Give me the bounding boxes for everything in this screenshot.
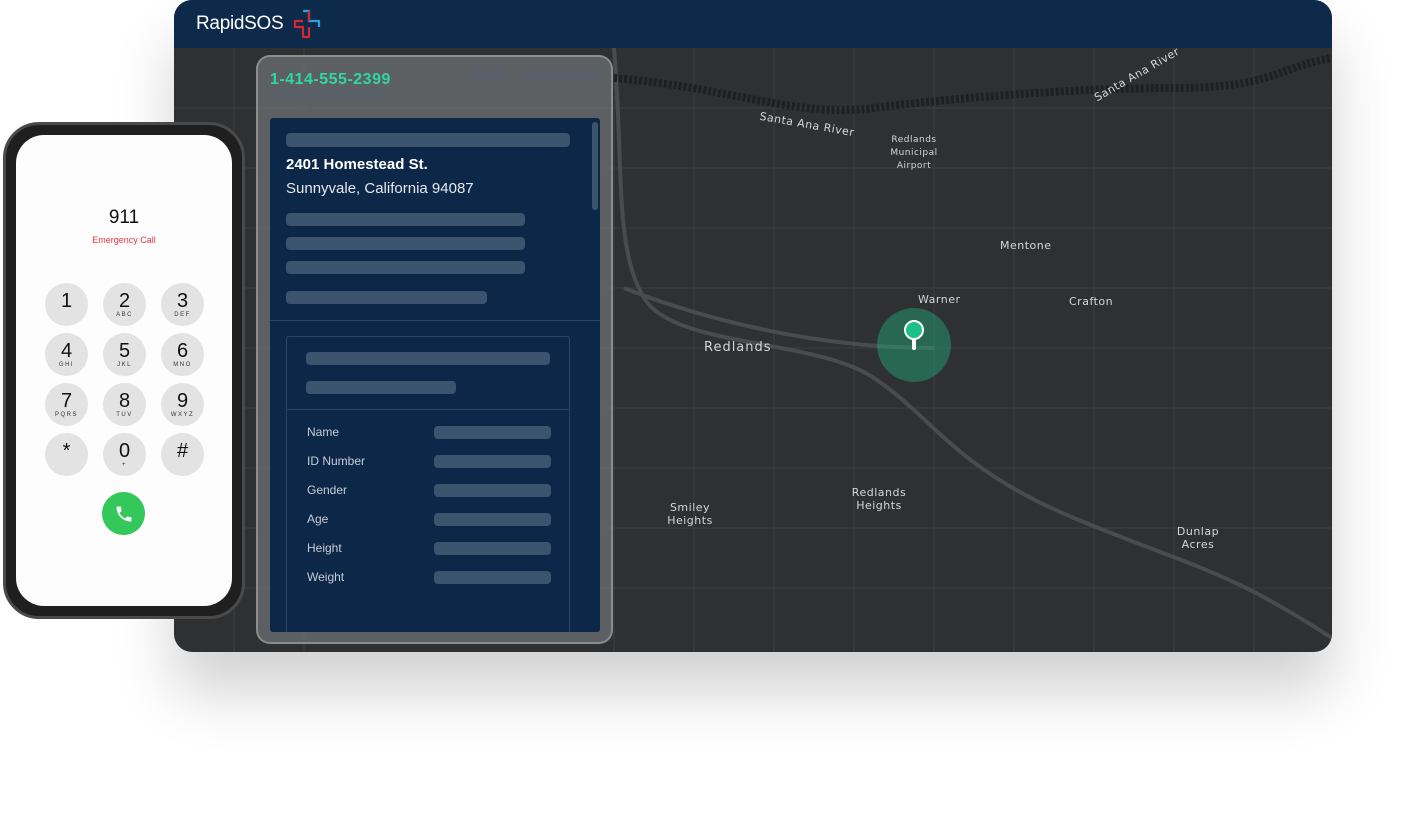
call-status: Emergency Call [92,235,156,245]
key-letters: DEF [174,312,191,318]
key-digit: 4 [60,340,73,362]
address-line2: Sunnyvale, California 94087 [286,180,474,197]
key-digit: 0 [118,440,131,462]
placeholder-bar [286,261,525,274]
key-digit: 7 [60,390,73,412]
map-label: Smiley Heights [667,501,713,527]
keypad-key[interactable]: 7 PQRS [45,383,88,426]
call-button[interactable] [102,492,145,535]
key-digit: 5 [118,340,131,362]
field-value-placeholder [434,571,551,584]
keypad-key[interactable]: * [45,433,88,476]
key-digit: 9 [176,390,189,412]
key-digit: 1 [60,290,73,312]
scrollbar[interactable] [592,122,598,210]
action-button-placeholder[interactable] [466,70,510,81]
field-label-gender: Gender [307,483,348,497]
map-label: Redlands Municipal Airport [890,135,938,171]
keypad-key[interactable]: 9 WXYZ [161,383,204,426]
caller-number: 1-414-555-2399 [270,71,391,88]
field-value-placeholder [434,542,551,555]
key-digit: 8 [118,390,131,412]
key-letters: WXYZ [170,412,195,418]
keypad-key[interactable]: 6 MNO [161,333,204,376]
key-letters: PQRS [54,412,78,418]
map-label: Redlands [704,340,772,355]
key-letters: TUV [116,412,133,418]
key-digit: 3 [176,290,189,312]
divider [270,320,600,321]
field-label-height: Height [307,541,342,555]
location-pin-icon [904,320,924,350]
phone-icon [116,506,131,521]
dialed-number: 911 [108,207,140,228]
placeholder-bar [306,352,550,365]
field-label-age: Age [307,512,329,526]
keypad-key[interactable]: 0 + [103,433,146,476]
action-button-placeholder[interactable] [522,70,600,81]
key-digit: * [62,440,71,462]
personal-info-section: Name ID Number Gender Age Height Weight [286,336,570,632]
dialer-screen: 911 Emergency Call 1 2 ABC 3 DEF 4 GHI 5 JKL 6 MNO… [16,135,232,606]
key-digit: 2 [118,290,131,312]
field-value-placeholder [434,484,551,497]
placeholder-bar [286,133,570,147]
app-header: RapidSOS [174,0,1332,48]
smartphone: 911 Emergency Call 1 2 ABC 3 DEF 4 GHI 5 JKL 6 MNO… [3,122,245,619]
map-label: Mentone [1000,239,1052,252]
caller-location-marker[interactable] [877,308,951,382]
placeholder-bar [270,90,387,101]
key-digit: 6 [176,340,189,362]
caller-info-panel: 1-414-555-2399 2401 Homestead St. Sunnyv… [256,55,613,644]
placeholder-bar [306,381,456,394]
keypad-key[interactable]: 4 GHI [45,333,88,376]
map-label: Dunlap Acres [1176,525,1220,551]
map-label: Redlands Heights [851,486,907,512]
key-digit: # [176,440,189,462]
address-line1: 2401 Homestead St. [286,156,428,173]
key-letters: ABC [116,312,133,318]
placeholder-bar [286,213,525,226]
field-label-id-number: ID Number [307,454,366,468]
map-label: Warner [918,293,961,306]
brand-logo-text: RapidSOS [196,13,284,34]
field-label-name: Name [307,425,340,439]
map-label: Crafton [1069,295,1114,308]
key-letters: MNO [173,362,192,368]
field-label-weight: Weight [307,570,345,584]
keypad-key[interactable]: 3 DEF [161,283,204,326]
keypad-key[interactable]: 8 TUV [103,383,146,426]
key-letters: + [121,462,127,468]
location-card: 2401 Homestead St. Sunnyvale, California… [270,118,600,632]
keypad-key[interactable]: 2 ABC [103,283,146,326]
placeholder-bar [286,291,487,304]
field-value-placeholder [434,455,551,468]
keypad-key[interactable]: # [161,433,204,476]
keypad-key[interactable]: 1 [45,283,88,326]
field-value-placeholder [434,426,551,439]
rapidsos-logo-icon [294,9,321,39]
placeholder-bar [286,237,525,250]
key-letters: JKL [117,362,132,368]
field-value-placeholder [434,513,551,526]
key-letters: GHI [58,362,75,368]
keypad-key[interactable]: 5 JKL [103,333,146,376]
divider [287,409,569,410]
